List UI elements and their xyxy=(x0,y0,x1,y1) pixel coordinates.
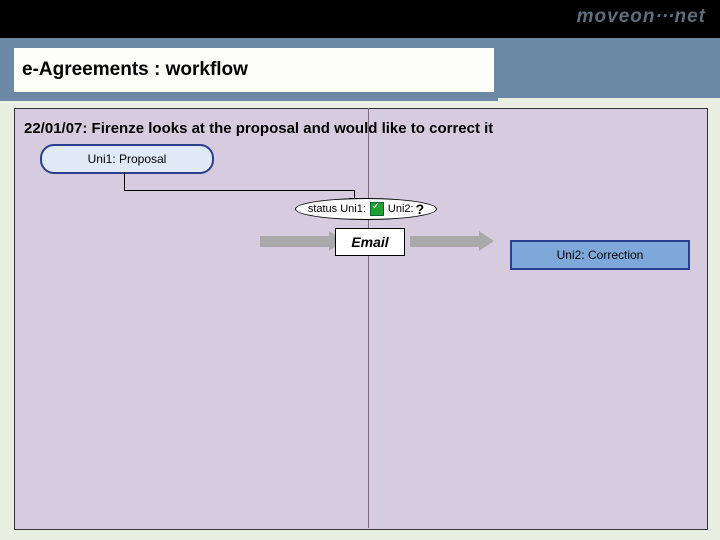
node-status: status Uni1: Uni2: ? xyxy=(295,198,437,220)
brand-logo: moveon···net xyxy=(577,6,706,28)
arrow-left-icon xyxy=(260,236,330,247)
node-uni1-proposal: Uni1: Proposal xyxy=(40,144,214,174)
status-uni2-value: ? xyxy=(416,201,425,217)
title-box: e-Agreements : workflow xyxy=(14,48,494,92)
status-uni2-label: Uni2: xyxy=(388,203,414,215)
status-uni1-label: status Uni1: xyxy=(308,203,366,215)
panel-divider xyxy=(368,108,369,528)
band-underline xyxy=(0,98,498,101)
brand-dots: ··· xyxy=(656,6,675,27)
arrow-right-icon xyxy=(410,236,480,247)
connector-vertical-1 xyxy=(124,172,125,190)
page-title: e-Agreements : workflow xyxy=(14,59,248,81)
node-email-label: Email xyxy=(351,234,388,250)
node-uni2-correction-label: Uni2: Correction xyxy=(557,248,644,262)
title-band: e-Agreements : workflow xyxy=(0,40,720,98)
brand-name: moveon xyxy=(577,6,656,27)
node-uni2-correction: Uni2: Correction xyxy=(510,240,690,270)
node-uni1-proposal-label: Uni1: Proposal xyxy=(88,152,167,166)
brand-suffix: net xyxy=(675,6,707,27)
connector-horizontal xyxy=(124,190,354,191)
slide-stage: moveon···net e-Agreements : workflow 22/… xyxy=(0,0,720,540)
node-email: Email xyxy=(335,228,405,256)
slide-caption: 22/01/07: Firenze looks at the proposal … xyxy=(24,120,493,137)
check-icon xyxy=(370,202,384,216)
